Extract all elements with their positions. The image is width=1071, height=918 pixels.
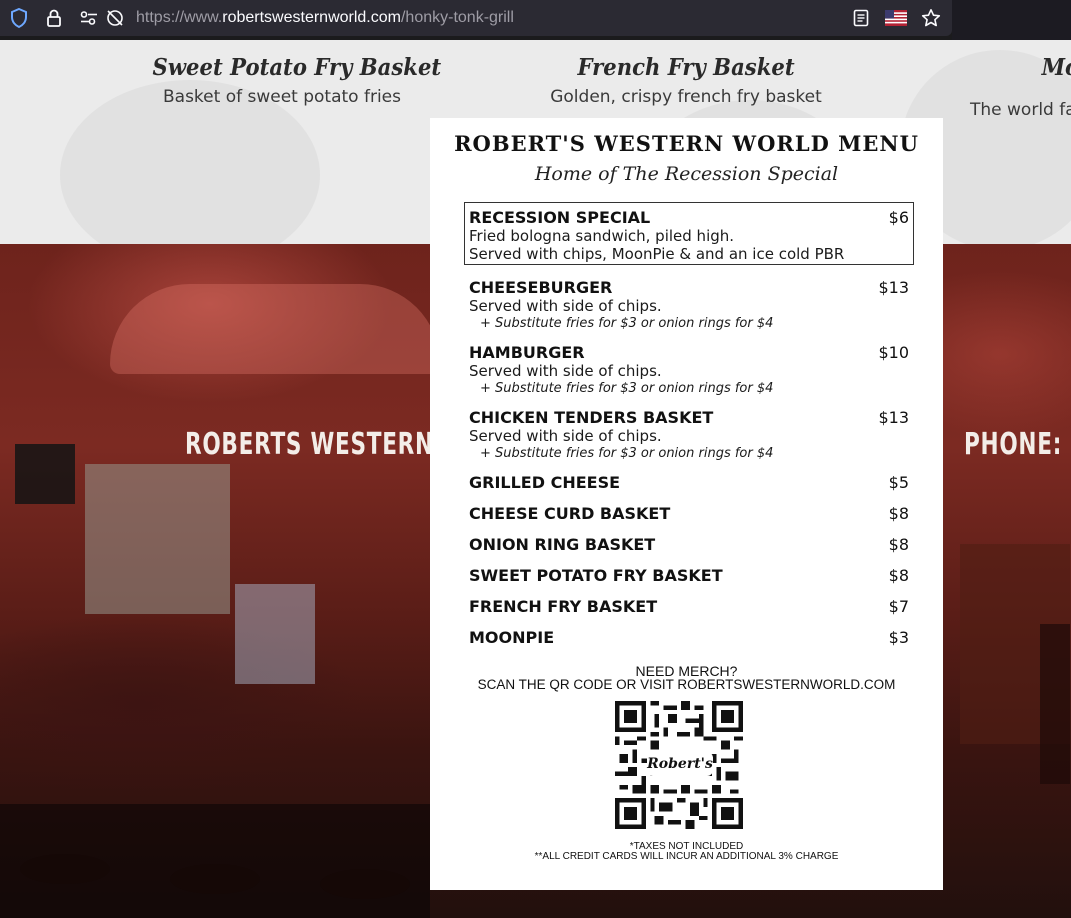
menu-item-price: $7 [888,597,909,616]
menu-item-name: RECESSION SPECIAL [469,208,651,227]
menu-item-name: ONION RING BASKET [469,535,656,554]
url-text[interactable]: https://www.robertswesternworld.com/honk… [136,8,514,28]
menu-item: FRENCH FRY BASKET $7 [469,597,909,616]
lock-icon[interactable] [43,7,65,29]
menu-item-substitute: + Substitute fries for $3 or onion rings… [480,381,774,396]
menu-item-desc: Fried bologna sandwich, piled high. [469,227,735,245]
top-menu-item: Mo [1040,54,1071,81]
menu-item: RECESSION SPECIAL $6 Fried bologna sandw… [469,208,909,263]
menu-card-title: ROBERT'S WESTERN WORLD MENU [454,131,919,156]
url-domain: robertswesternworld.com [222,9,401,26]
menu-item: MOONPIE $3 [469,628,909,647]
top-menu-item: French Fry Basket Golden, crispy french … [544,54,828,107]
menu-item-desc: Served with side of chips. [469,427,662,445]
bookmark-star-icon[interactable] [920,7,942,29]
menu-item-name: SWEET POTATO FRY BASKET [469,566,723,585]
menu-item: CHEESE CURD BASKET $8 [469,504,909,523]
menu-item: GRILLED CHEESE $5 [469,473,909,492]
menu-item-price: $8 [888,566,909,585]
menu-item-price: $8 [888,504,909,523]
menu-item: HAMBURGER $10 Served with side of chips.… [469,343,909,397]
menu-item: CHEESEBURGER $13 Served with side of chi… [469,278,909,332]
url-path: /honky-tonk-grill [400,9,514,26]
menu-item-name: FRENCH FRY BASKET [469,597,658,616]
top-menu-item: Sweet Potato Fry Basket Basket of sweet … [140,54,442,107]
qr-logo: Robert's [647,752,713,776]
menu-item-name: CHICKEN TENDERS BASKET [469,408,714,427]
menu-item-price: $13 [878,278,909,297]
tracking-off-icon[interactable] [104,7,126,29]
top-menu-item-title: Sweet Potato Fry Basket [152,54,442,81]
permissions-icon[interactable] [78,7,100,29]
menu-item-price: $13 [878,408,909,427]
menu-item-name: MOONPIE [469,628,555,647]
flag-icon[interactable] [884,7,908,29]
menu-item-name: GRILLED CHEESE [469,473,621,492]
top-menu-item-title: Mo [1041,54,1071,81]
menu-item-substitute: + Substitute fries for $3 or onion rings… [480,316,774,331]
menu-card-subtitle: Home of The Recession Special [534,163,839,185]
menu-item: CHICKEN TENDERS BASKET $13 Served with s… [469,408,909,462]
menu-item-desc: Served with side of chips. [469,362,662,380]
menu-item-price: $6 [888,208,909,227]
toolbar-background [952,0,1071,40]
menu-item-desc: Served with side of chips. [469,297,662,315]
top-menu-item-title: French Fry Basket [577,54,795,81]
menu-item-price: $3 [888,628,909,647]
menu-item-name: CHEESE CURD BASKET [469,504,671,523]
top-menu-item-desc: Golden, crispy french fry basket [550,87,822,107]
merch-heading: NEED MERCH? [635,663,738,679]
top-menu-item: The world fa [970,94,1071,120]
menu-item-substitute: + Substitute fries for $3 or onion rings… [480,446,774,461]
menu-item-name: CHEESEBURGER [469,278,613,297]
reader-view-icon[interactable] [850,7,872,29]
credit-card-note: **ALL CREDIT CARDS WILL INCUR AN ADDITIO… [534,851,839,862]
menu-item-desc: Served with chips, MoonPie & and an ice … [469,245,845,263]
banner-right-text: PHONE: 615 [964,427,1071,462]
top-menu-item-desc: Basket of sweet potato fries [163,87,401,107]
url-bar[interactable]: https://www.robertswesternworld.com/honk… [0,0,952,36]
menu-item-price: $10 [878,343,909,362]
menu-item-price: $8 [888,535,909,554]
menu-item: ONION RING BASKET $8 [469,535,909,554]
top-menu-item-desc: The world fa [970,100,1071,120]
merch-instructions: SCAN THE QR CODE OR VISIT ROBERTSWESTERN… [477,677,896,692]
url-prefix: https://www. [136,9,223,26]
shield-icon[interactable] [8,7,30,29]
menu-item: SWEET POTATO FRY BASKET $8 [469,566,909,585]
menu-item-price: $5 [888,473,909,492]
menu-item-name: HAMBURGER [469,343,585,362]
